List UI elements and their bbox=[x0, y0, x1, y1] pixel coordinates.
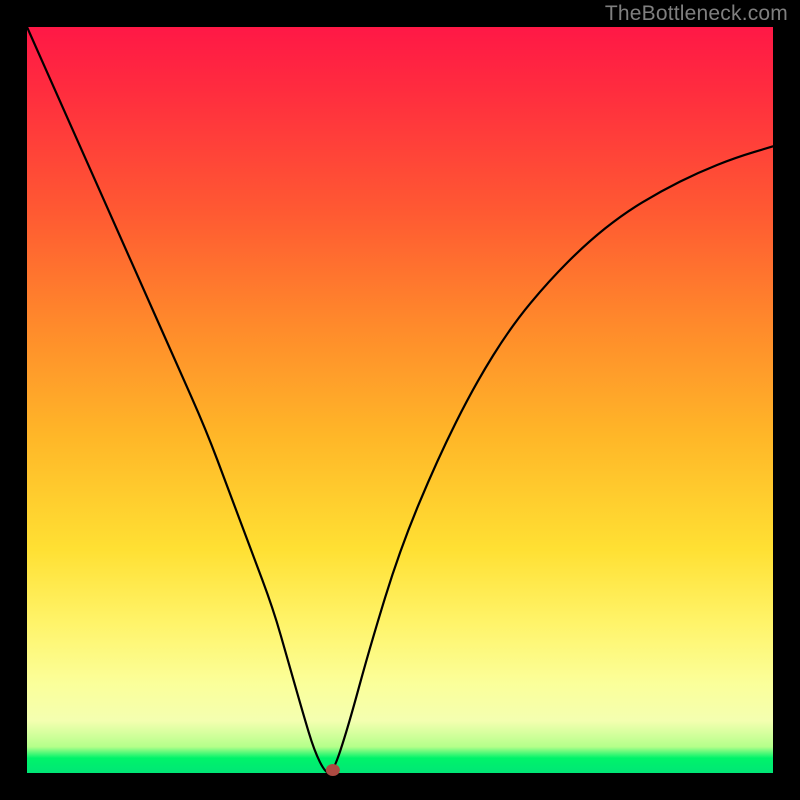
plot-area bbox=[27, 27, 773, 773]
curve-svg bbox=[27, 27, 773, 773]
optimum-marker bbox=[326, 764, 340, 776]
watermark-text: TheBottleneck.com bbox=[605, 2, 788, 26]
bottleneck-curve bbox=[27, 27, 773, 773]
chart-frame: TheBottleneck.com bbox=[0, 0, 800, 800]
